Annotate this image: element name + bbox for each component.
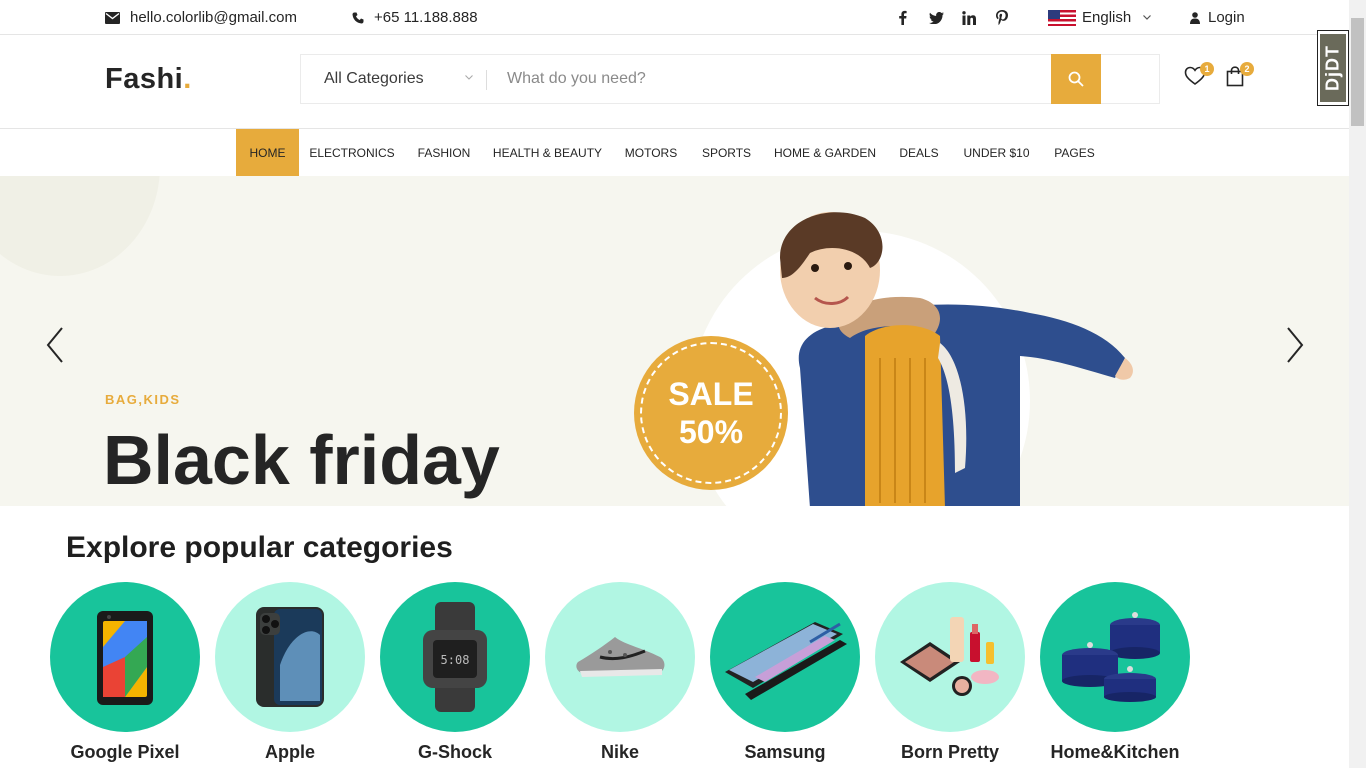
category-google-pixel[interactable]: Google Pixel bbox=[50, 582, 200, 762]
hero-title: Black friday bbox=[103, 421, 500, 499]
nav-under-10[interactable]: UNDER $10 bbox=[951, 129, 1042, 176]
email-text: hello.colorlib@gmail.com bbox=[130, 9, 297, 26]
twitter-icon[interactable] bbox=[927, 0, 945, 35]
category-home-kitchen[interactable]: Home&Kitchen bbox=[1040, 582, 1190, 762]
category-samsung[interactable]: Samsung bbox=[710, 582, 860, 762]
category-image bbox=[710, 582, 860, 732]
category-name: Nike bbox=[600, 742, 640, 762]
nav-home-garden[interactable]: HOME & GARDEN bbox=[763, 129, 887, 176]
chevron-left-icon bbox=[46, 327, 63, 363]
logo-text: Fashi bbox=[105, 63, 184, 95]
category-name: Born Pretty bbox=[900, 742, 999, 762]
language-selector[interactable]: English bbox=[1048, 0, 1152, 35]
phone-icon bbox=[352, 12, 364, 23]
envelope-icon bbox=[105, 11, 120, 24]
search-icon bbox=[1068, 71, 1084, 87]
main-nav: HOME ELECTRONICS FASHION HEALTH & BEAUTY… bbox=[0, 128, 1349, 176]
nav-health-beauty[interactable]: HEALTH & BEAUTY bbox=[483, 129, 612, 176]
search-button[interactable] bbox=[1051, 53, 1101, 104]
category-name: Samsung bbox=[744, 742, 826, 762]
facebook-icon[interactable] bbox=[893, 0, 911, 35]
category-name: Apple bbox=[264, 742, 315, 762]
category-select-value: All Categories bbox=[324, 70, 424, 87]
debug-toolbar-label: DjDT bbox=[1320, 34, 1346, 102]
hero-decoration bbox=[0, 176, 160, 276]
category-image bbox=[875, 582, 1025, 732]
cart-badge: 2 bbox=[1240, 62, 1254, 76]
category-image bbox=[215, 582, 365, 732]
chevron-right-icon bbox=[1287, 327, 1304, 363]
category-select[interactable]: All Categories bbox=[301, 55, 487, 103]
hero-kid-image bbox=[780, 212, 1133, 506]
nav-pages[interactable]: PAGES bbox=[1042, 129, 1107, 176]
hero-tag: BAG,KIDS bbox=[105, 392, 181, 407]
sale-badge: SALE 50% bbox=[634, 336, 788, 490]
phone-text: +65 11.188.888 bbox=[374, 9, 478, 26]
sale-label: SALE bbox=[668, 376, 754, 412]
categories-heading: Explore popular categories bbox=[66, 531, 453, 564]
svg-text:5:08: 5:08 bbox=[441, 653, 470, 667]
wishlist-button[interactable]: 1 bbox=[1184, 62, 1214, 90]
sale-percent: 50% bbox=[678, 414, 744, 450]
slider-next-button[interactable] bbox=[1285, 326, 1305, 364]
category-g-shock[interactable]: 5:08 G-Shock bbox=[380, 582, 530, 762]
hero-banner: BAG,KIDS Black friday SALE 50% bbox=[0, 176, 1349, 506]
chevron-down-icon bbox=[465, 72, 473, 83]
phone-contact[interactable]: +65 11.188.888 bbox=[352, 0, 478, 35]
category-name: Home&Kitchen bbox=[1050, 742, 1180, 762]
category-name: Google Pixel bbox=[70, 742, 180, 762]
nav-home[interactable]: HOME bbox=[236, 129, 299, 176]
nav-sports[interactable]: SPORTS bbox=[690, 129, 763, 176]
nav-motors[interactable]: MOTORS bbox=[612, 129, 690, 176]
user-icon bbox=[1190, 11, 1200, 24]
top-bar: hello.colorlib@gmail.com +65 11.188.888 … bbox=[0, 0, 1349, 35]
cart-button[interactable]: 2 bbox=[1226, 62, 1254, 90]
category-nike[interactable]: Nike bbox=[545, 582, 695, 762]
pinterest-icon[interactable] bbox=[993, 0, 1011, 35]
category-apple[interactable]: Apple bbox=[215, 582, 365, 762]
category-image bbox=[545, 582, 695, 732]
email-contact[interactable]: hello.colorlib@gmail.com bbox=[105, 0, 297, 35]
category-born-pretty[interactable]: Born Pretty bbox=[875, 582, 1025, 762]
wishlist-badge: 1 bbox=[1200, 62, 1214, 76]
us-flag-icon bbox=[1048, 9, 1076, 26]
login-label: Login bbox=[1208, 9, 1245, 26]
nav-deals[interactable]: DEALS bbox=[887, 129, 951, 176]
category-image bbox=[50, 582, 200, 732]
site-logo[interactable]: Fashi. bbox=[105, 63, 192, 96]
language-label: English bbox=[1082, 9, 1132, 26]
category-image: 5:08 bbox=[380, 582, 530, 732]
logo-dot: . bbox=[183, 63, 192, 95]
nav-electronics[interactable]: ELECTRONICS bbox=[299, 129, 405, 176]
linkedin-icon[interactable] bbox=[960, 0, 978, 35]
scrollbar-thumb[interactable] bbox=[1351, 18, 1364, 126]
slider-prev-button[interactable] bbox=[45, 326, 65, 364]
chevron-down-icon bbox=[1143, 15, 1152, 20]
nav-fashion[interactable]: FASHION bbox=[405, 129, 483, 176]
search-bar: All Categories bbox=[300, 53, 1160, 104]
category-name: G-Shock bbox=[417, 742, 492, 762]
debug-toolbar-handle[interactable]: DjDT bbox=[1317, 30, 1349, 106]
category-image bbox=[1040, 582, 1190, 732]
search-input[interactable] bbox=[487, 55, 1051, 103]
login-link[interactable]: Login bbox=[1190, 0, 1245, 35]
